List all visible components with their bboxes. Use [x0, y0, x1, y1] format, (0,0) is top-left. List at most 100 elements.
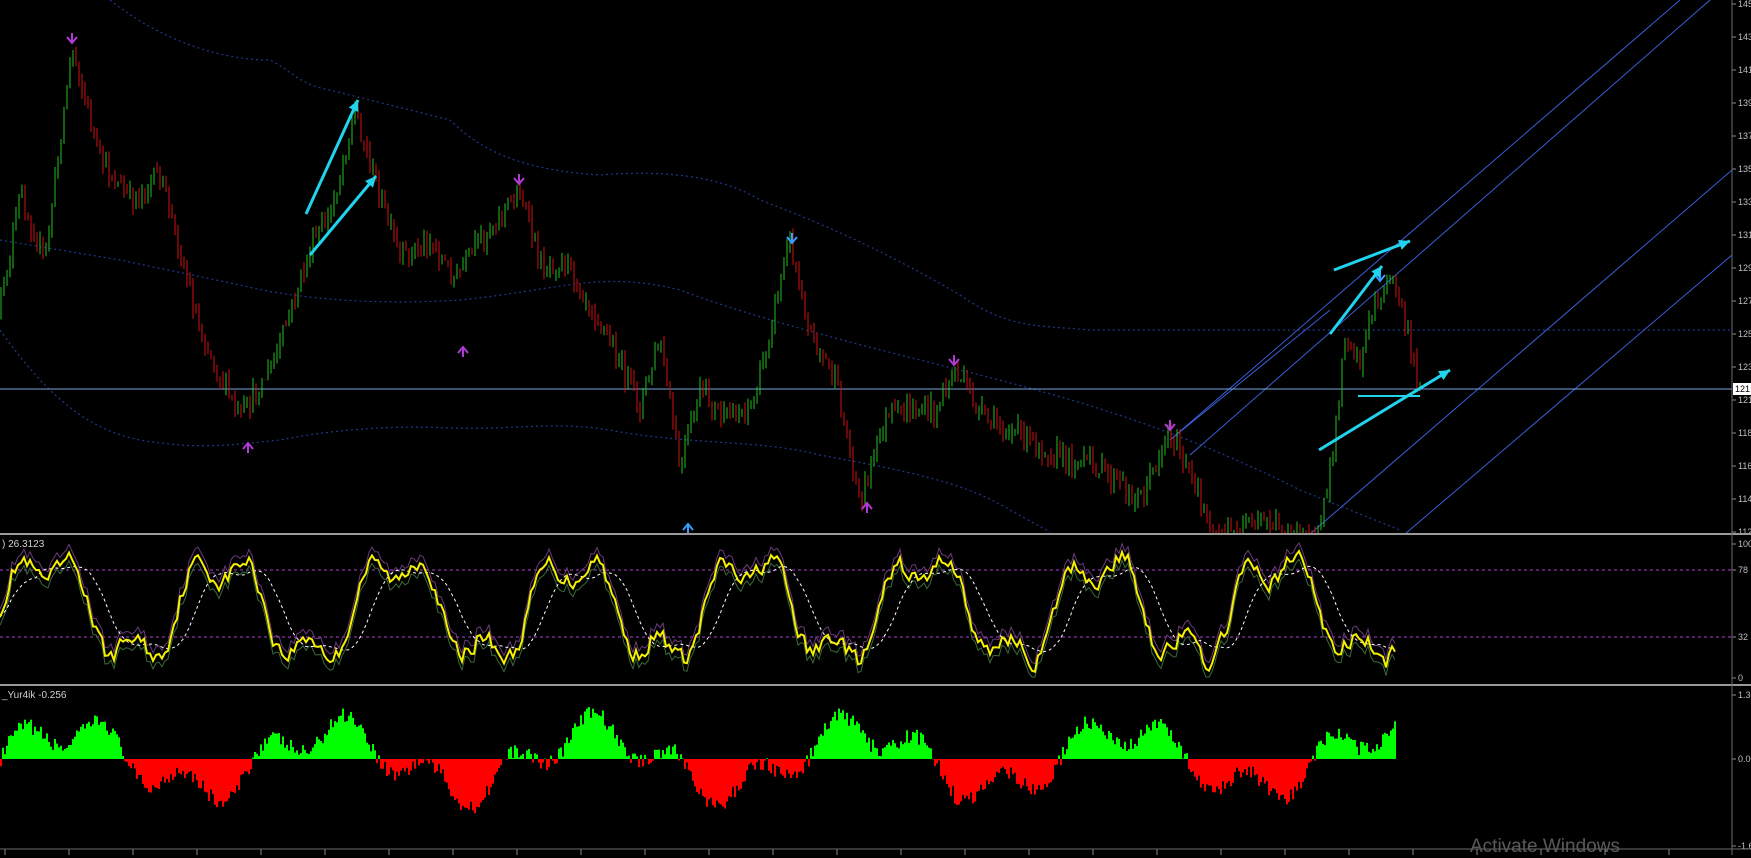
stochastic-pane[interactable]: ) 26.3123 10078320 — [0, 539, 1751, 683]
histogram-bar-negative — [1268, 759, 1270, 795]
histogram-bar-negative — [236, 759, 238, 785]
histogram-bar-positive — [846, 713, 848, 759]
histogram-bar-negative — [482, 759, 484, 800]
histogram-bar-negative — [250, 759, 252, 769]
histogram-bar-negative — [452, 759, 454, 796]
histogram-bar-negative — [988, 759, 990, 784]
histogram-bar-negative — [1198, 759, 1200, 776]
histogram-bar-positive — [816, 745, 818, 759]
envelope-curve — [0, 330, 1050, 532]
histogram-bar-negative — [1030, 759, 1032, 794]
histogram-bar-negative — [162, 759, 164, 777]
histogram-bar-positive — [892, 740, 894, 759]
histogram-bar-negative — [468, 759, 470, 810]
histogram-bar-negative — [768, 759, 770, 771]
histogram-bar-negative — [1024, 759, 1026, 778]
histogram-bar-negative — [226, 759, 228, 801]
histogram-bar-negative — [1210, 759, 1212, 786]
histogram-bar-negative — [146, 759, 148, 788]
price-pane[interactable]: 1451431411391371351331311291271251231211… — [0, 0, 1751, 537]
histogram-bar-positive — [372, 744, 374, 759]
histogram-axis-label: 0.00 — [1738, 754, 1751, 764]
histogram-bar-negative — [716, 759, 718, 801]
histogram-bar-negative — [506, 759, 508, 760]
histogram-bar-positive — [42, 739, 44, 759]
price-axis-label: 125 — [1738, 329, 1751, 339]
histogram-bar-positive — [76, 730, 78, 759]
histogram-bar-positive — [1346, 734, 1348, 759]
histogram-bar-negative — [438, 759, 440, 764]
histogram-bar-negative — [470, 759, 472, 802]
histogram-bar-negative — [720, 759, 722, 804]
histogram-bar-positive — [670, 754, 672, 759]
histogram-bar-positive — [574, 723, 576, 759]
histogram-bar-positive — [1168, 736, 1170, 759]
price-axis-label: 143 — [1738, 32, 1751, 42]
histogram-bar-negative — [974, 759, 976, 802]
histogram-bar-positive — [1378, 749, 1380, 759]
histogram-bar-positive — [870, 752, 872, 759]
histogram-bar-negative — [388, 759, 390, 775]
histogram-bar-positive — [840, 713, 842, 759]
histogram-bar-negative — [478, 759, 480, 807]
histogram-bar-positive — [1110, 733, 1112, 759]
histogram-bar-negative — [498, 759, 500, 768]
histogram-bar-positive — [834, 712, 836, 759]
trading-chart[interactable]: 1451431411391371351331311291271251231211… — [0, 0, 1751, 855]
histogram-bar-positive — [924, 743, 926, 759]
histogram-bar-negative — [964, 759, 966, 798]
histogram-bar-positive — [62, 751, 64, 759]
histogram-bar-negative — [490, 759, 492, 787]
histogram-bar-positive — [824, 723, 826, 759]
histogram-axis-label: 1.30 — [1738, 690, 1751, 700]
price-axis-label: 129 — [1738, 263, 1751, 273]
histogram-pane[interactable]: _Yur4ik -0.256 1.300.00-1.6 — [0, 690, 1751, 851]
histogram-bar-positive — [96, 716, 98, 759]
histogram-bar-negative — [1290, 759, 1292, 789]
histogram-bar-negative — [390, 759, 392, 767]
histogram-bar-positive — [1096, 726, 1098, 759]
histogram-bar-negative — [484, 759, 486, 798]
histogram-bar-negative — [1012, 759, 1014, 774]
histogram-bar-positive — [1366, 743, 1368, 759]
histogram-bar-positive — [920, 733, 922, 759]
histogram-bar-negative — [1232, 759, 1234, 783]
histogram-bar-positive — [594, 713, 596, 759]
price-regression-channel — [1170, 0, 1732, 534]
histogram-bar-negative — [802, 759, 804, 773]
histogram-bar-positive — [1106, 739, 1108, 759]
histogram-bar-positive — [38, 731, 40, 759]
histogram-bar-negative — [786, 759, 788, 770]
histogram-bar-positive — [1130, 739, 1132, 759]
histogram-bar-positive — [54, 739, 56, 759]
histogram-bar-negative — [210, 759, 212, 790]
histogram-bar-negative — [1194, 759, 1196, 777]
histogram-bar-positive — [1120, 747, 1122, 759]
histogram-bar-positive — [1086, 724, 1088, 759]
histogram-bar-positive — [292, 747, 294, 759]
histogram-bar-negative — [238, 759, 240, 790]
histogram-bar-positive — [1182, 758, 1184, 759]
histogram-bar-positive — [902, 744, 904, 759]
histogram-bar-negative — [1196, 759, 1198, 780]
price-candles — [1, 47, 1420, 533]
histogram-bar-positive — [66, 748, 68, 759]
histogram-bar-positive — [598, 715, 600, 759]
histogram-bar-negative — [1188, 759, 1190, 769]
histogram-bar-negative — [1238, 759, 1240, 771]
histogram-bar-positive — [1338, 729, 1340, 759]
histogram-bar-negative — [1286, 759, 1288, 804]
histogram-bar-negative — [708, 759, 710, 799]
histogram-bar-positive — [1166, 727, 1168, 759]
histogram-bar-negative — [1294, 759, 1296, 787]
histogram-bar-positive — [850, 719, 852, 759]
histogram-bar-positive — [570, 740, 572, 759]
histogram-bar-negative — [714, 759, 716, 807]
histogram-bar-negative — [960, 759, 962, 801]
histogram-bar-negative — [648, 759, 650, 764]
histogram-bar-positive — [904, 742, 906, 759]
histogram-bar-positive — [906, 730, 908, 759]
histogram-bar-positive — [922, 734, 924, 759]
histogram-bar-positive — [516, 748, 518, 759]
stochastic-main-line — [0, 551, 1395, 672]
